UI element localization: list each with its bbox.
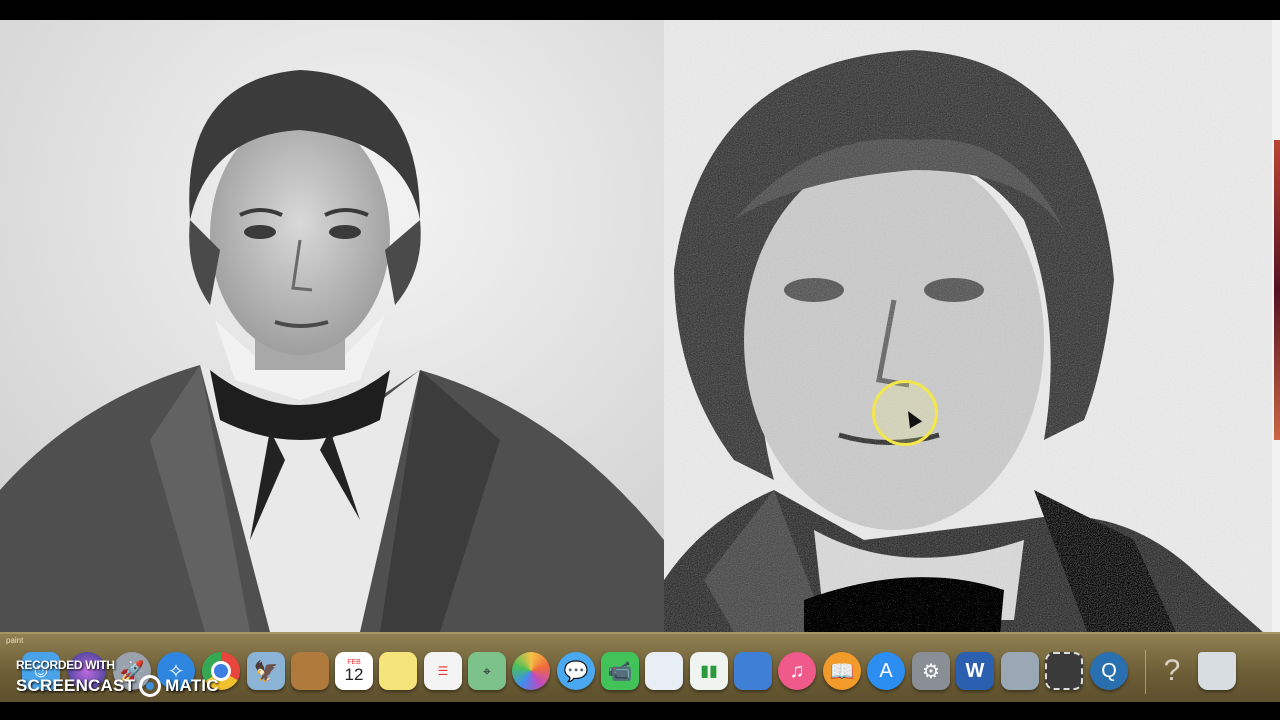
left-portrait-drawing [0, 20, 664, 632]
watermark-word-left: SCREENCAST [16, 676, 136, 695]
screencast-logo-icon [139, 675, 162, 697]
reminders-icon[interactable]: ☰ [424, 652, 462, 690]
facetime-icon[interactable]: 📹 [601, 652, 639, 690]
music-note-icon[interactable]: ♫ [778, 652, 816, 690]
photos-icon[interactable] [512, 652, 550, 690]
presentation-icon[interactable] [645, 652, 683, 690]
eagle-icon[interactable]: 🦅 [247, 652, 285, 690]
app-store-icon[interactable]: A [867, 652, 905, 690]
quicktime-icon[interactable]: Q [1090, 652, 1128, 690]
dock-separator [1145, 650, 1146, 694]
top-black-bar [0, 0, 1280, 20]
contacts-book-icon[interactable] [291, 652, 329, 690]
screenshot-selection-icon[interactable] [1045, 652, 1083, 690]
book-icon[interactable]: 📖 [823, 652, 861, 690]
left-portrait-photo [0, 20, 664, 632]
notes-icon[interactable] [379, 652, 417, 690]
gear-icon[interactable]: ⚙ [912, 652, 950, 690]
calendar-icon[interactable]: FEB 12 [335, 652, 373, 690]
watermark-line1: RECORDED WITH [16, 658, 115, 672]
scanner-icon[interactable] [1001, 652, 1039, 690]
right-edge-strip [1272, 20, 1280, 650]
bottom-black-bar [0, 702, 1280, 720]
right-portrait-photo [664, 20, 1272, 650]
calendar-day: 12 [344, 664, 364, 684]
watermark-word-right: MATIC [165, 676, 219, 695]
podium-icon[interactable] [734, 652, 772, 690]
right-portrait-drawing [664, 20, 1272, 650]
bar-chart-icon[interactable]: ▮▮ [690, 652, 728, 690]
trash-icon[interactable] [1198, 652, 1236, 690]
messages-icon[interactable]: 💬 [557, 652, 595, 690]
question-icon[interactable]: ? [1153, 652, 1191, 690]
maps-icon[interactable]: ⌖ [468, 652, 506, 690]
screencast-watermark: RECORDED WITH SCREENCAST MATIC [16, 658, 219, 697]
word-icon[interactable]: W [956, 652, 994, 690]
dock-tiny-label: paint [6, 636, 24, 645]
watermark-line2: SCREENCAST MATIC [16, 675, 219, 697]
